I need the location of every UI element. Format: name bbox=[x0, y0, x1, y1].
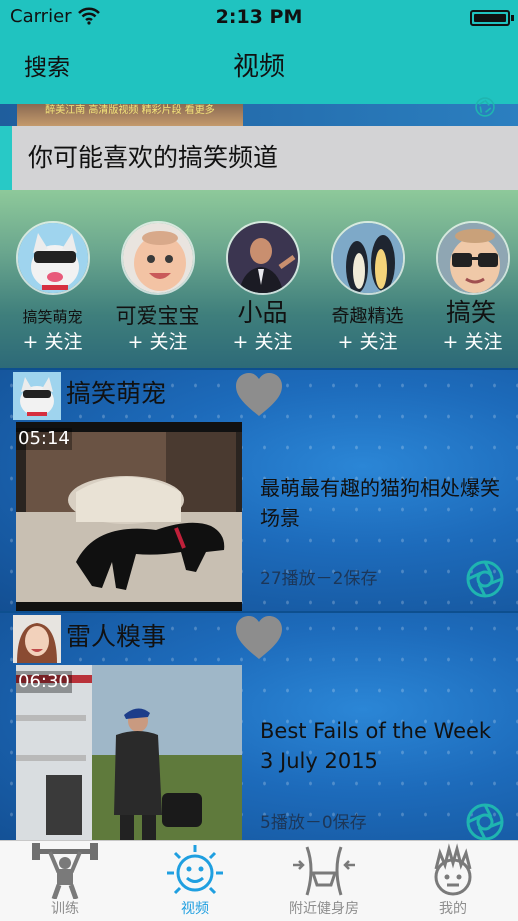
follow-button[interactable]: + 关注 bbox=[0, 330, 105, 354]
channel-item[interactable]: 小品 + 关注 bbox=[210, 190, 315, 368]
tab-mine[interactable]: 我的 bbox=[388, 841, 518, 921]
section-title: 你可能喜欢的搞笑频道 bbox=[28, 143, 279, 172]
previous-thumbnail-caption: 醉美江南 高清版视频 精彩片段 看更多 bbox=[45, 105, 215, 116]
backyard-fail-thumbnail bbox=[16, 665, 242, 854]
card-channel-name[interactable]: 雷人糗事 bbox=[66, 621, 166, 653]
video-card[interactable]: 雷人糗事 06:30 Best Fails of the Week 3 July… bbox=[0, 613, 518, 854]
channel-avatar[interactable] bbox=[13, 372, 61, 420]
follow-button[interactable]: + 关注 bbox=[315, 330, 420, 354]
spiky-hair-face-icon bbox=[434, 843, 472, 896]
video-thumbnail[interactable]: 05:14 bbox=[16, 422, 242, 611]
status-time: 2:13 PM bbox=[215, 6, 303, 28]
tab-training[interactable]: 训练 bbox=[0, 841, 130, 921]
follow-button[interactable]: + 关注 bbox=[420, 330, 518, 354]
video-duration: 05:14 bbox=[16, 428, 72, 450]
tab-label: 我的 bbox=[439, 901, 467, 917]
share-icon[interactable] bbox=[466, 97, 504, 117]
battery-icon bbox=[470, 10, 510, 26]
tab-nearby-gyms[interactable]: 附近健身房 bbox=[259, 841, 389, 921]
follow-button[interactable]: + 关注 bbox=[105, 330, 210, 354]
channel-item[interactable]: 搞笑萌宠 + 关注 bbox=[0, 190, 105, 368]
video-card[interactable]: 搞笑萌宠 05:14 最萌最有趣的猫狗相处爆笑场景 27播放－2保存 bbox=[0, 370, 518, 611]
tab-bar: 训练 视频 附近健身房 我的 bbox=[0, 840, 518, 921]
share-icon[interactable] bbox=[466, 803, 504, 841]
channel-avatar[interactable] bbox=[13, 615, 61, 663]
previous-video-thumbnail[interactable]: 醉美江南 高清版视频 精彩片段 看更多 bbox=[17, 104, 243, 126]
video-stats: 5播放－0保存 bbox=[260, 813, 367, 833]
channel-name: 搞笑 bbox=[446, 298, 497, 327]
video-title[interactable]: Best Fails of the Week 3 July 2015 bbox=[260, 716, 508, 776]
penguin-avatar[interactable] bbox=[330, 221, 405, 295]
search-button[interactable]: 搜索 bbox=[24, 52, 70, 84]
follow-button[interactable]: + 关注 bbox=[210, 330, 315, 354]
fitness-waist-icon bbox=[293, 846, 355, 896]
cat-avatar[interactable] bbox=[15, 221, 90, 295]
tab-video[interactable]: 视频 bbox=[130, 841, 260, 921]
channel-item[interactable]: 奇趣精选 + 关注 bbox=[315, 190, 420, 368]
heart-icon[interactable] bbox=[234, 615, 284, 661]
channel-name: 奇趣精选 bbox=[331, 306, 404, 327]
section-accent-bar bbox=[0, 126, 12, 190]
battery-tip bbox=[511, 15, 514, 21]
tab-label: 视频 bbox=[181, 901, 209, 917]
boy-glasses-avatar[interactable] bbox=[435, 221, 510, 295]
video-stats: 27播放－2保存 bbox=[260, 569, 378, 589]
share-icon[interactable] bbox=[466, 560, 504, 598]
heart-icon[interactable] bbox=[234, 372, 284, 418]
tab-label: 附近健身房 bbox=[289, 901, 359, 917]
dog-on-bed-thumbnail bbox=[16, 422, 242, 611]
smiley-sun-icon bbox=[167, 845, 223, 895]
card-channel-name[interactable]: 搞笑萌宠 bbox=[66, 378, 166, 410]
channel-item[interactable]: 可爱宝宝 + 关注 bbox=[105, 190, 210, 368]
baby-avatar[interactable] bbox=[120, 221, 195, 295]
channel-name: 可爱宝宝 bbox=[115, 304, 200, 328]
video-thumbnail[interactable]: 06:30 bbox=[16, 665, 242, 854]
tab-label: 训练 bbox=[51, 901, 79, 917]
comedian-avatar[interactable] bbox=[225, 221, 300, 295]
channel-name: 小品 bbox=[237, 298, 288, 327]
video-duration: 06:30 bbox=[16, 671, 72, 693]
channel-carousel[interactable]: 搞笑萌宠 + 关注 可爱宝宝 + 关注 小品 + 关注 奇趣精选 + 关注 搞笑… bbox=[0, 190, 518, 368]
weightlifter-icon bbox=[32, 843, 98, 899]
channel-name: 搞笑萌宠 bbox=[22, 308, 83, 326]
video-title[interactable]: 最萌最有趣的猫狗相处爆笑场景 bbox=[260, 473, 508, 533]
channel-item[interactable]: 搞笑 + 关注 bbox=[420, 190, 518, 368]
